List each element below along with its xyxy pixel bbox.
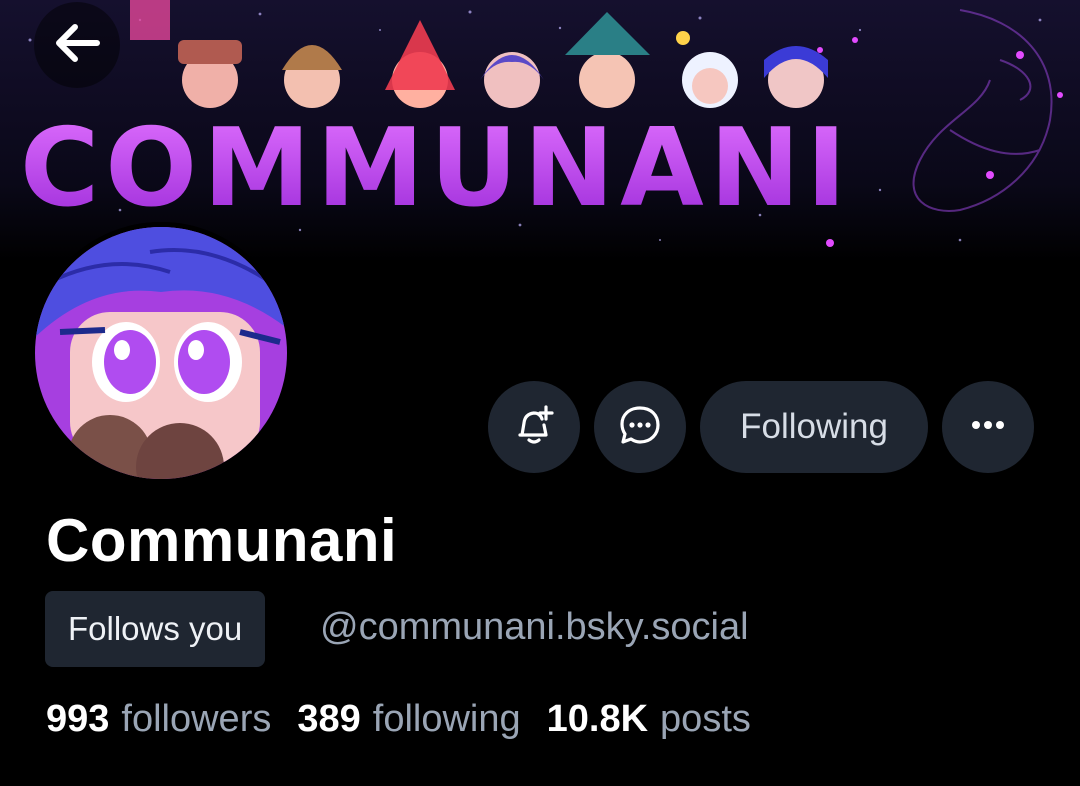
arrow-left-icon (49, 15, 105, 76)
following-count: 389 (297, 698, 361, 740)
follows-you-badge: Follows you (45, 591, 266, 667)
profile-handle: @communani.bsky.social (320, 606, 749, 648)
bell-plus-icon (512, 403, 556, 452)
display-name: Communani (46, 507, 398, 574)
message-button[interactable] (594, 381, 687, 473)
followers-label: followers (121, 698, 272, 740)
followers-stat[interactable]: 993 followers (46, 698, 271, 741)
more-horizontal-icon (966, 403, 1010, 452)
subscribe-button[interactable] (488, 381, 581, 473)
following-button[interactable]: Following (700, 381, 928, 473)
profile-stats: 993 followers 389 following 10.8K posts (46, 698, 751, 741)
posts-count: 10.8K (546, 698, 649, 740)
following-label: following (372, 698, 521, 740)
avatar[interactable] (30, 222, 292, 484)
chat-bubble-icon (617, 402, 663, 453)
posts-stat: 10.8K posts (547, 698, 751, 741)
followers-count: 993 (46, 698, 110, 740)
profile-actions: Following (488, 380, 1034, 474)
more-options-button[interactable] (942, 381, 1034, 473)
back-button[interactable] (34, 2, 120, 88)
following-stat[interactable]: 389 following (297, 698, 520, 741)
svg-text:COMMUNANI: COMMUNANI (20, 106, 852, 231)
following-button-label: Following (740, 407, 888, 446)
posts-label: posts (660, 698, 751, 740)
